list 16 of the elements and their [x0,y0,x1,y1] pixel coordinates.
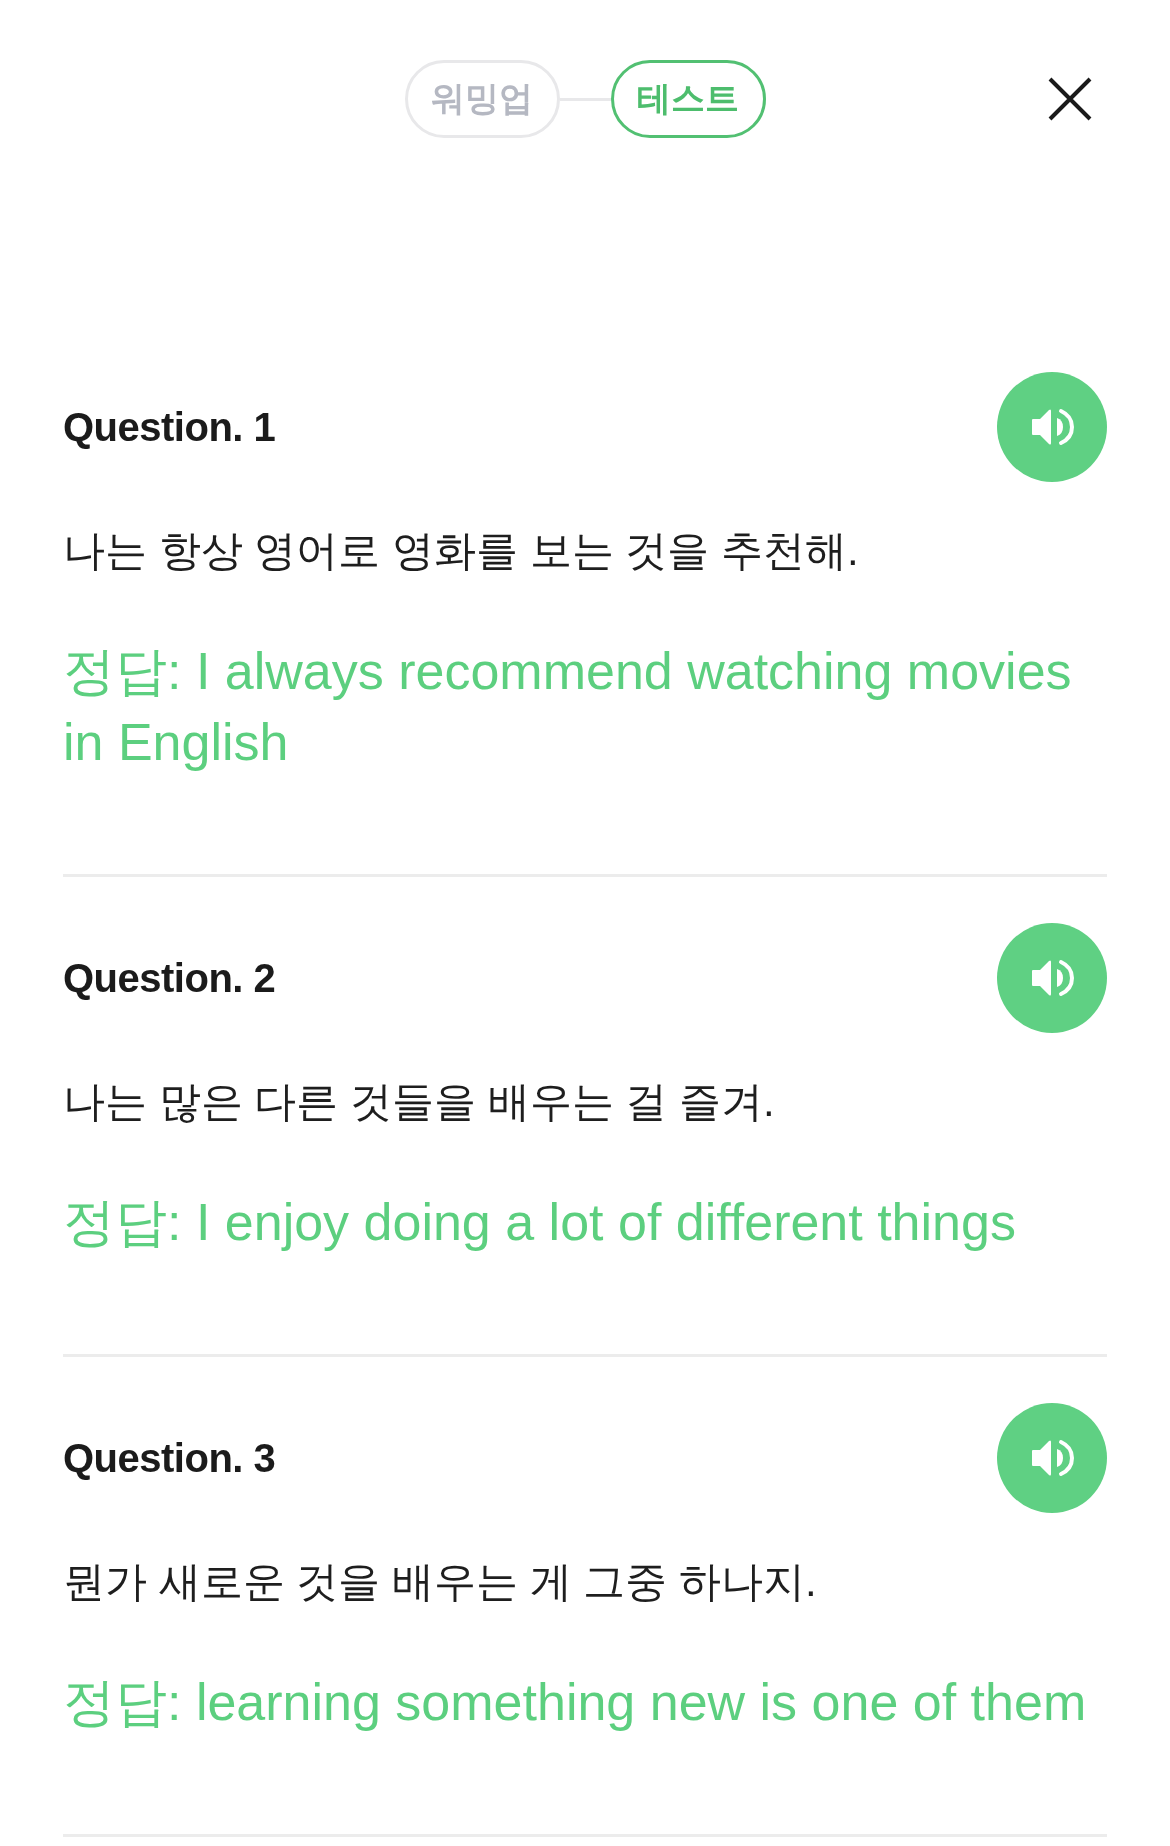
close-button[interactable] [1048,77,1092,121]
korean-sentence: 나는 항상 영어로 영화를 보는 것을 추천해. [63,526,860,576]
answer-text: 정답: learning something new is one of them [63,1672,1088,1733]
close-icon [1048,77,1092,121]
speaker-icon [1030,959,1074,997]
answer-text: 정답: I always recommend watching movies in English [63,641,1073,773]
question-title: Question. 1 [63,404,276,450]
answer-text: 정답: I enjoy doing a lot of different things [63,1192,1017,1253]
question-title: Question. 3 [63,1435,276,1481]
step-tab[interactable]: 워밍업 [404,60,560,138]
step-tab[interactable]: 테스트 [610,60,766,138]
korean-sentence: 나는 많은 다른 것들을 배우는 걸 즐겨. [63,1077,776,1127]
speaker-icon [1030,408,1074,446]
question-title: Question. 2 [63,955,276,1001]
korean-sentence: 뭔가 새로운 것을 배우는 게 그중 하나지. [63,1557,818,1607]
speaker-icon [1030,1439,1074,1477]
